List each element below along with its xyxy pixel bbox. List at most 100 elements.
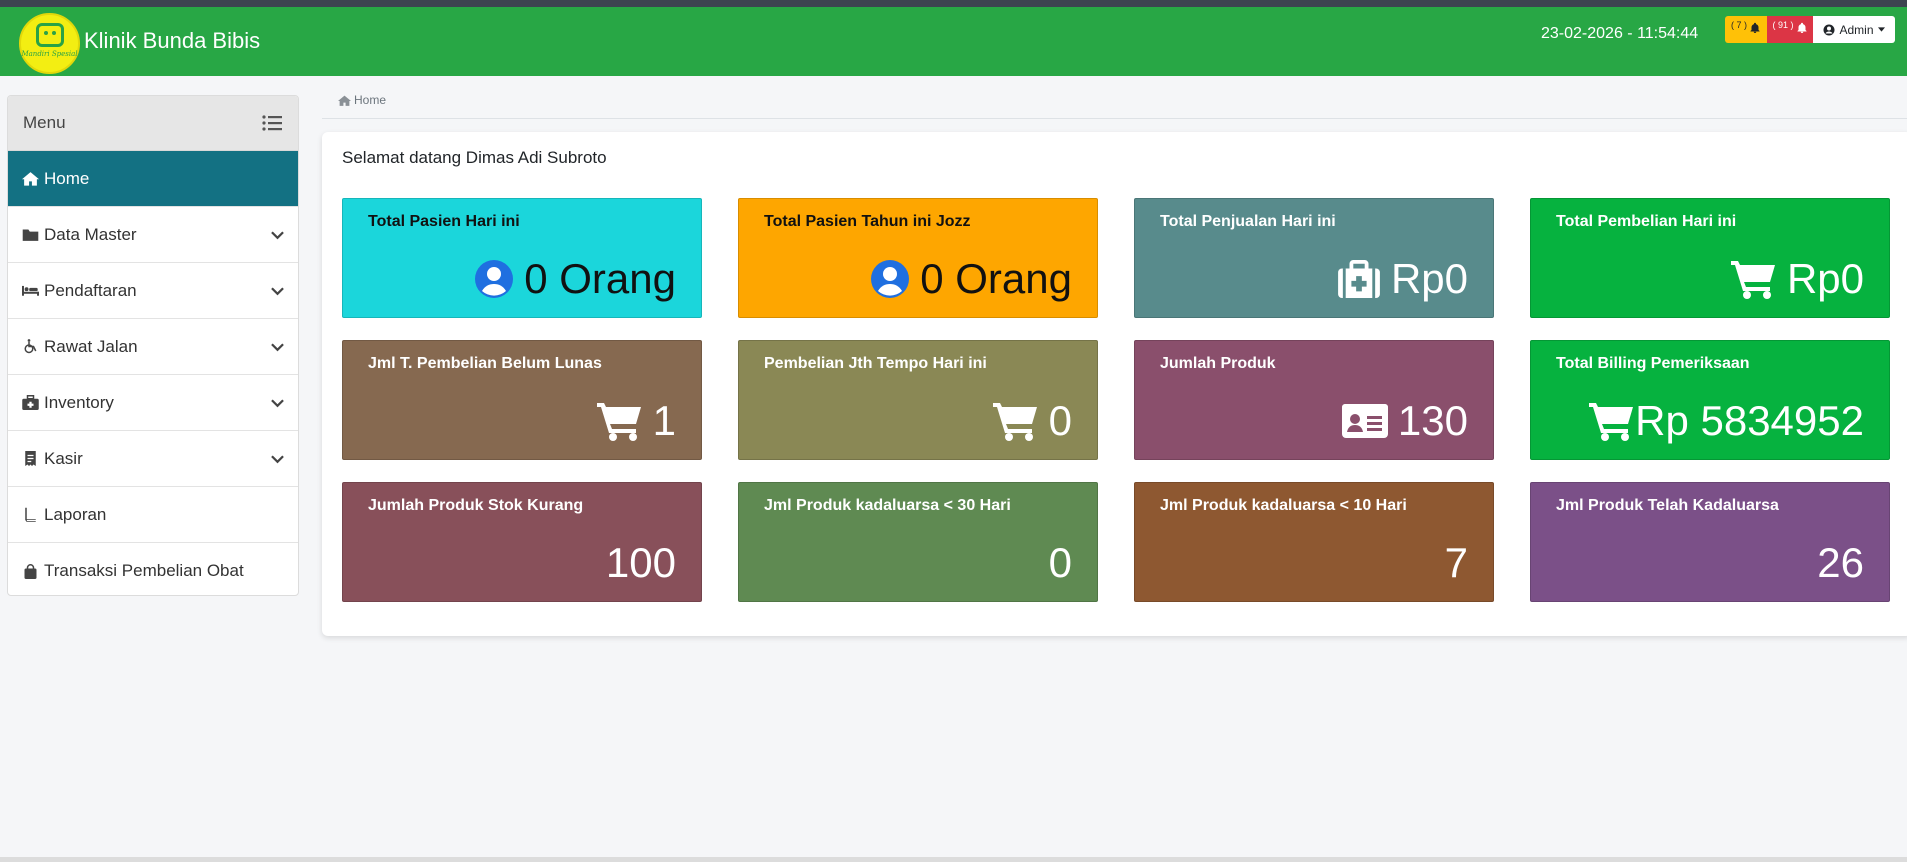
chevron-down-icon <box>271 225 284 245</box>
user-circle-icon <box>475 260 514 298</box>
cart-icon <box>596 403 641 441</box>
current-datetime: 23-02-2026 - 11:54:44 <box>1541 25 1699 42</box>
home-icon <box>22 171 39 186</box>
sidebar-item-data-master[interactable]: Data Master <box>8 207 298 263</box>
stat-card-total-pasien-tahun-ini[interactable]: Total Pasien Tahun ini Jozz 0 Orang <box>738 198 1098 318</box>
sidebar-header: Menu <box>8 96 298 151</box>
stat-card-title: Jumlah Produk Stok Kurang <box>368 497 584 514</box>
notification-danger-count: ( 91 ) <box>1772 20 1794 30</box>
stat-card-title: Jumlah Produk <box>1160 355 1276 372</box>
stat-card-value: Rp 5834952 <box>1635 397 1864 444</box>
sidebar-item-label: Pendaftaran <box>44 280 137 300</box>
medkit-icon <box>1338 260 1380 298</box>
bell-icon <box>1797 22 1806 33</box>
shopping-bag-icon <box>22 563 39 579</box>
bed-icon <box>22 283 39 298</box>
wheelchair-icon <box>22 339 39 354</box>
sidebar-item-laporan[interactable]: Laporan <box>8 487 298 543</box>
stat-card-jumlah-produk[interactable]: Jumlah Produk 130 <box>1134 340 1494 460</box>
sidebar-header-label: Menu <box>23 113 66 132</box>
stat-card-title: Jml Produk kadaluarsa < 30 Hari <box>764 497 1011 514</box>
chevron-down-icon <box>271 281 284 301</box>
top-navbar: Mandiri Spesial Klinik Bunda Bibis 23-02… <box>0 7 1907 76</box>
stat-card-title: Total Pasien Hari ini <box>368 213 520 230</box>
stat-card-value: Rp0 <box>1390 255 1468 302</box>
stat-card-total-pasien-hari-ini[interactable]: Total Pasien Hari ini 0 Orang <box>342 198 702 318</box>
sidebar-item-label: Inventory <box>44 392 114 412</box>
caret-down-icon <box>1877 27 1885 32</box>
sidebar-item-label: Laporan <box>44 504 107 524</box>
breadcrumb: Home <box>338 93 386 107</box>
stat-card-produk-stok-kurang[interactable]: Jumlah Produk Stok Kurang 100 <box>342 482 702 602</box>
welcome-message: Selamat datang Dimas Adi Subroto <box>342 148 607 167</box>
stat-card-value: 0 <box>1048 397 1072 444</box>
cart-icon <box>1589 403 1634 441</box>
chevron-down-icon <box>271 449 284 469</box>
stat-card-title: Total Pembelian Hari ini <box>1556 213 1737 230</box>
stat-card-title: Total Penjualan Hari ini <box>1160 213 1336 230</box>
user-menu-label: Admin <box>1839 22 1874 37</box>
logo-tagline: Mandiri Spesial <box>21 50 78 58</box>
breadcrumb-divider <box>322 118 1907 119</box>
notification-warning-count: ( 7 ) <box>1730 20 1747 30</box>
chevron-down-icon <box>271 337 284 357</box>
window-bottom-border <box>0 857 1907 862</box>
stat-card-title: Total Billing Pemeriksaan <box>1556 355 1750 372</box>
list-icon[interactable] <box>262 115 282 131</box>
browser-top-strip <box>0 0 1907 7</box>
breadcrumb-home-link[interactable]: Home <box>354 93 386 107</box>
stat-card-produk-kadaluarsa-30-hari[interactable]: Jml Produk kadaluarsa < 30 Hari 0 <box>738 482 1098 602</box>
user-circle-icon <box>1823 24 1835 35</box>
book-icon <box>22 507 39 522</box>
user-circle-icon <box>871 260 910 298</box>
stat-card-produk-kadaluarsa-10-hari[interactable]: Jml Produk kadaluarsa < 10 Hari 7 <box>1134 482 1494 602</box>
chevron-down-icon <box>271 393 284 413</box>
stat-card-value: 26 <box>1817 539 1864 586</box>
sidebar-item-label: Transaksi Pembelian Obat <box>44 561 244 580</box>
home-icon <box>338 95 351 106</box>
stat-card-title: Jml Produk kadaluarsa < 10 Hari <box>1160 497 1407 514</box>
stat-card-value: 0 <box>1048 539 1072 586</box>
sidebar-item-home[interactable]: Home <box>8 151 298 207</box>
sidebar-item-label: Rawat Jalan <box>44 336 138 356</box>
sidebar: Menu Home Data Master Pendaftaran Rawat … <box>7 95 299 596</box>
stat-card-pembelian-jatuh-tempo[interactable]: Pembelian Jth Tempo Hari ini 0 <box>738 340 1098 460</box>
stat-card-value: Rp0 <box>1786 255 1864 302</box>
stat-card-produk-telah-kadaluarsa[interactable]: Jml Produk Telah Kadaluarsa 26 <box>1530 482 1890 602</box>
folder-icon <box>22 227 39 242</box>
stat-card-total-pembelian-hari-ini[interactable]: Total Pembelian Hari ini Rp0 <box>1530 198 1890 318</box>
cart-icon <box>992 403 1037 441</box>
stat-card-total-penjualan-hari-ini[interactable]: Total Penjualan Hari ini Rp0 <box>1134 198 1494 318</box>
sidebar-item-label: Data Master <box>44 224 137 244</box>
medkit-icon <box>22 395 39 410</box>
sidebar-item-label: Kasir <box>44 448 83 468</box>
cart-icon <box>1730 261 1775 299</box>
sidebar-item-rawat-jalan[interactable]: Rawat Jalan <box>8 319 298 375</box>
sidebar-item-kasir[interactable]: Kasir <box>8 431 298 487</box>
clinic-logo[interactable]: Mandiri Spesial <box>19 13 80 74</box>
app-title[interactable]: Klinik Bunda Bibis <box>84 26 260 56</box>
stat-card-value: 1 <box>652 397 676 444</box>
stat-card-value: 0 Orang <box>524 255 676 302</box>
stat-card-value: 0 Orang <box>920 255 1072 302</box>
stat-card-value: 7 <box>1444 539 1468 586</box>
stat-card-value: 130 <box>1397 397 1468 444</box>
sidebar-item-inventory[interactable]: Inventory <box>8 375 298 431</box>
user-menu-button[interactable]: Admin <box>1813 16 1895 43</box>
bell-icon <box>1750 22 1760 33</box>
notification-warning-button[interactable]: ( 7 ) <box>1725 16 1767 43</box>
stat-card-pembelian-belum-lunas[interactable]: Jml T. Pembelian Belum Lunas 1 <box>342 340 702 460</box>
sidebar-item-pendaftaran[interactable]: Pendaftaran <box>8 263 298 319</box>
stat-card-title: Pembelian Jth Tempo Hari ini <box>764 355 987 372</box>
sidebar-item-transaksi-pembelian-obat[interactable]: Transaksi Pembelian Obat <box>8 543 298 595</box>
id-card-icon <box>1341 404 1388 438</box>
sidebar-item-label: Home <box>44 168 90 188</box>
stat-card-total-billing-pemeriksaan[interactable]: Total Billing Pemeriksaan Rp 5834952 <box>1530 340 1890 460</box>
logo-emblem <box>35 23 64 47</box>
stat-card-title: Jml Produk Telah Kadaluarsa <box>1556 497 1779 514</box>
stat-card-value: 100 <box>605 539 676 586</box>
stat-card-title: Total Pasien Tahun ini Jozz <box>764 213 971 230</box>
notification-danger-button[interactable]: ( 91 ) <box>1767 16 1813 43</box>
stat-card-title: Jml T. Pembelian Belum Lunas <box>368 355 602 372</box>
receipt-icon <box>22 451 39 466</box>
